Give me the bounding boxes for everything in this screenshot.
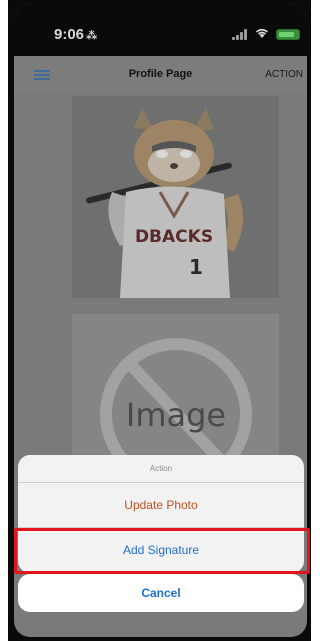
status-bar: 9:06 ⁂ <box>14 4 307 56</box>
cancel-button[interactable]: Cancel <box>18 574 304 612</box>
cellular-signal-icon <box>232 28 248 40</box>
silent-mode-icon: ⁂ <box>86 30 98 42</box>
profile-photo[interactable]: DBACKS 1 <box>72 96 279 298</box>
mascot-image: DBACKS 1 <box>72 96 279 298</box>
action-button[interactable]: ACTION <box>265 69 303 80</box>
battery-charging-icon <box>276 29 300 40</box>
navigation-bar: Profile Page ACTION <box>14 56 307 94</box>
highlight-box <box>14 528 310 574</box>
wifi-icon <box>254 26 270 40</box>
status-time-text: 9:06 <box>54 26 85 43</box>
status-time: 9:06 ⁂ <box>54 26 97 43</box>
placeholder-label: Image <box>126 396 226 434</box>
jersey-text: DBACKS <box>135 227 213 247</box>
update-photo-button[interactable]: Update Photo <box>18 483 304 528</box>
jersey-number: 1 <box>189 255 203 279</box>
page-title: Profile Page <box>128 68 193 80</box>
action-sheet-title: Action <box>18 455 304 483</box>
